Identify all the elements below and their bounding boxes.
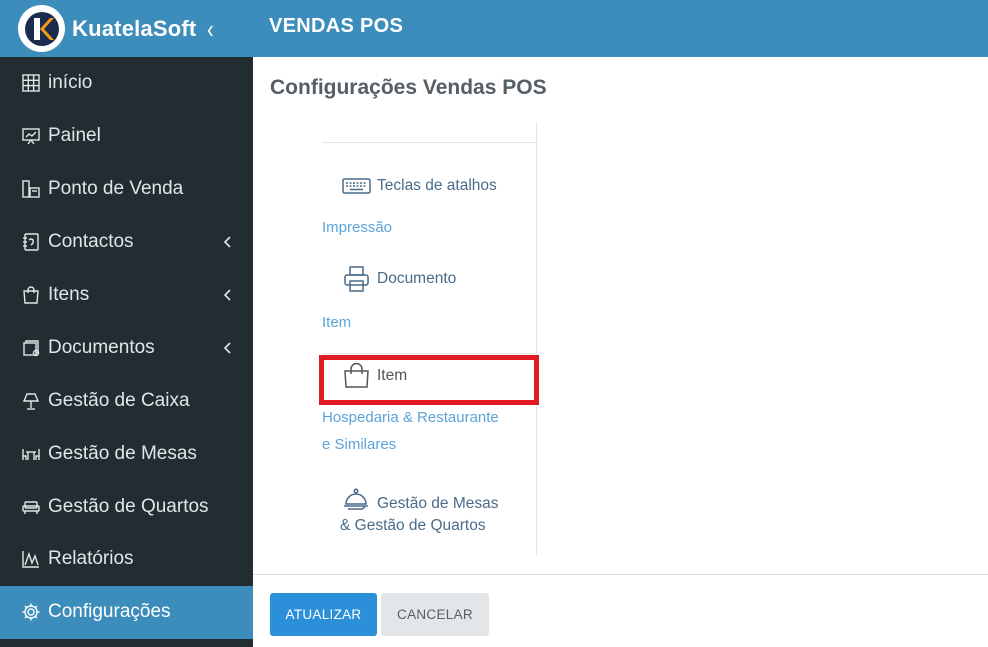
sidebar-item-label: Gestão de Quartos: [48, 495, 209, 517]
sidebar-item-label: Ponto de Venda: [48, 178, 184, 200]
presentation-board-icon: [20, 125, 42, 147]
top-header: VENDAS POS: [253, 0, 988, 57]
sidebar-item-itens[interactable]: Itens: [0, 269, 253, 322]
sidebar-item-contactos[interactable]: Contactos: [0, 216, 253, 269]
sidebar-item-label: Gestão de Mesas: [48, 442, 197, 464]
grid-icon: [20, 72, 42, 94]
selection-highlight: [319, 355, 539, 405]
page-title: Configurações Vendas POS: [270, 76, 547, 99]
sidebar-nav: início Painel Ponto de Venda Contactos I…: [0, 57, 253, 639]
shopping-bag-icon: [20, 284, 42, 306]
kuatelasoft-logo[interactable]: [18, 5, 65, 52]
sidebar-item-documentos[interactable]: Documentos: [0, 321, 253, 374]
chart-icon: [20, 548, 42, 570]
chevron-left-icon: [223, 236, 231, 248]
brand-bar: KuatelaSoft ‹: [0, 0, 253, 57]
tab-documento[interactable]: Documento: [342, 265, 456, 293]
sidebar-item-relatorios[interactable]: Relatórios: [0, 533, 253, 586]
header-title: VENDAS POS: [269, 15, 404, 37]
brand-name: KuatelaSoft: [72, 15, 197, 41]
sidebar-item-label: Documentos: [48, 336, 155, 358]
sidebar-item-gestao-de-mesas[interactable]: Gestão de Mesas: [0, 427, 253, 480]
sidebar-item-gestao-de-caixa[interactable]: Gestão de Caixa: [0, 374, 253, 427]
tab-divider: [322, 353, 536, 354]
chevron-left-icon: [223, 289, 231, 301]
tab-teclas-de-atalhos[interactable]: Teclas de atalhos: [342, 177, 497, 195]
sidebar-item-label: Configurações: [48, 601, 171, 623]
sidebar-item-inicio[interactable]: início: [0, 57, 253, 110]
address-book-icon: [20, 231, 42, 253]
cloche-icon: [342, 487, 371, 515]
sidebar-item-label: Itens: [48, 284, 90, 305]
sidebar-item-label: Painel: [48, 125, 101, 147]
sidebar-item-label: Contactos: [48, 231, 134, 253]
chevron-left-icon: [223, 342, 231, 354]
update-button[interactable]: ATUALIZAR: [270, 593, 377, 636]
tab-label: Documento: [377, 270, 457, 287]
keyboard-icon: [342, 177, 371, 195]
tab-label: Gestão de Mesas: [377, 495, 499, 512]
sidebar-item-ponto-de-venda[interactable]: Ponto de Venda: [0, 163, 253, 216]
sidebar-item-label: início: [48, 72, 93, 94]
section-label-item: Item: [322, 314, 352, 331]
table-chairs-icon: [20, 443, 42, 465]
printer-icon: [342, 265, 371, 293]
tab-gestao-de-mesas-quartos[interactable]: Gestão de Mesas & Gestão de Quartos: [340, 487, 498, 537]
lamp-icon: [20, 390, 42, 412]
section-label-line: Hospedaria & Restaurante: [322, 409, 499, 426]
sidebar-item-label: Relatórios: [48, 548, 134, 570]
sidebar-item-painel[interactable]: Painel: [0, 110, 253, 163]
section-label-hospedaria: Hospedaria & Restaurante e Similares: [322, 404, 499, 458]
documents-icon: [20, 337, 42, 359]
sidebar-item-label: Gestão de Caixa: [48, 389, 190, 411]
section-label-impressao: Impressão: [322, 219, 393, 236]
sidebar-item-configuracoes[interactable]: Configurações: [0, 585, 253, 639]
section-label-line: e Similares: [322, 436, 397, 453]
sidebar: KuatelaSoft ‹ início Painel Ponto de Ven…: [0, 0, 253, 647]
tab-label-block: Gestão de Mesas & Gestão de Quartos: [340, 487, 498, 537]
tab-label-row: Gestão de Mesas: [340, 487, 498, 515]
form-footer: ATUALIZAR CANCELAR: [253, 574, 988, 647]
tab-label: & Gestão de Quartos: [340, 517, 486, 534]
sidebar-item-gestao-de-quartos[interactable]: Gestão de Quartos: [0, 480, 253, 533]
sofa-icon: [20, 496, 42, 518]
gear-icon: [20, 601, 42, 623]
chevron-left-icon[interactable]: ‹: [208, 16, 215, 42]
cancel-button[interactable]: CANCELAR: [381, 593, 489, 636]
tab-label: Teclas de atalhos: [377, 177, 497, 194]
content-header: Configurações Vendas POS: [253, 57, 988, 122]
pos-terminal-icon: [20, 178, 42, 200]
tab-divider: [322, 142, 536, 143]
